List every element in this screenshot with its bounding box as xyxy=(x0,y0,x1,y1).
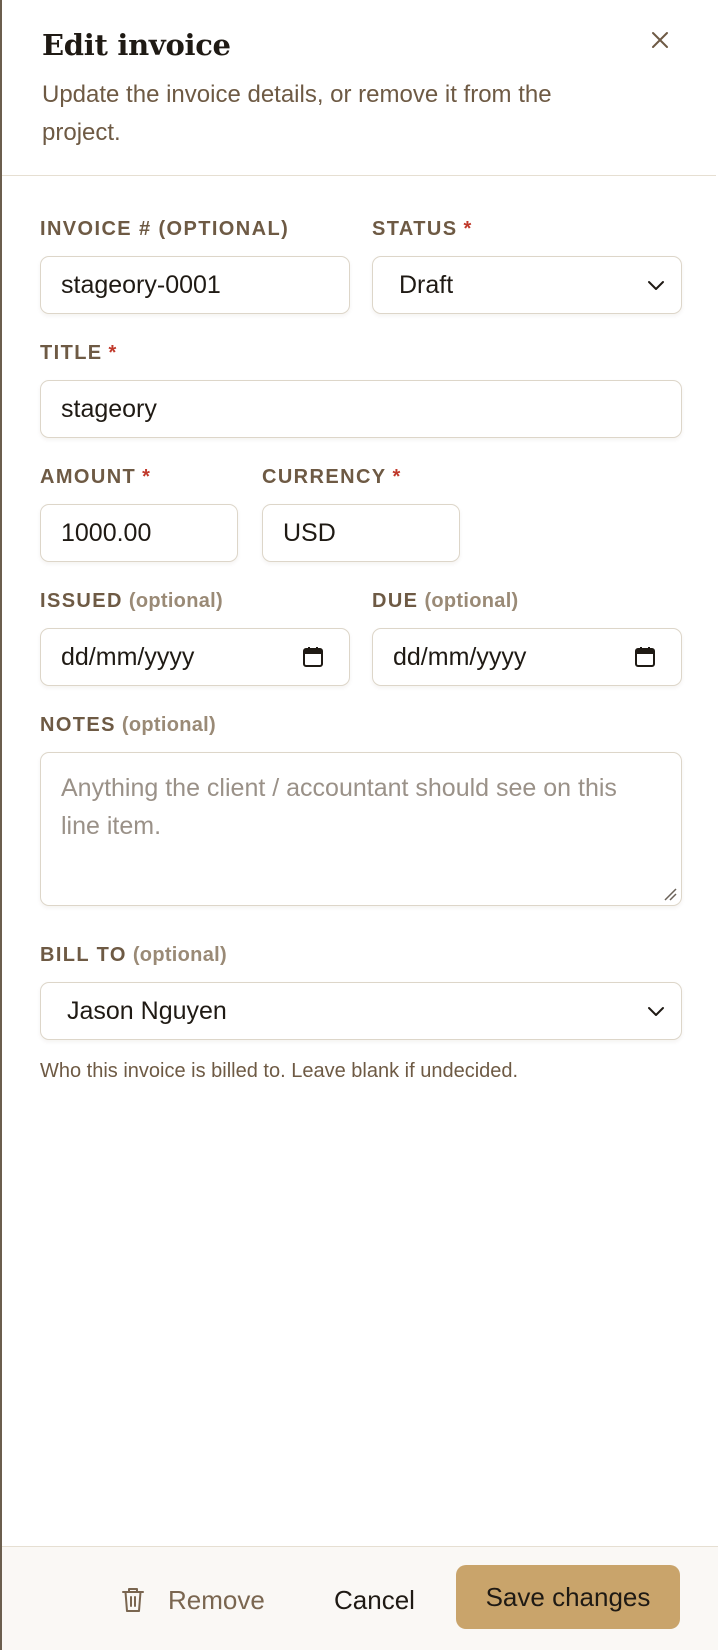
notes-label-text: NOTES xyxy=(40,714,116,736)
status-value: Draft xyxy=(399,270,454,299)
close-icon xyxy=(652,32,668,48)
notes-textarea[interactable]: Anything the client / accountant should … xyxy=(40,752,682,906)
invoice-number-label: INVOICE # (OPTIONAL) xyxy=(40,218,289,241)
amount-input[interactable]: 1000.00 xyxy=(40,504,238,562)
close-button[interactable] xyxy=(642,22,678,58)
title-label: TITLE * xyxy=(40,342,118,365)
trash-icon xyxy=(122,1588,144,1612)
dialog-subtitle: Update the invoice details, or remove it… xyxy=(42,81,552,146)
chevron-down-icon xyxy=(648,281,664,290)
due-label: DUE (optional) xyxy=(372,590,519,613)
title-value: stageory xyxy=(61,394,157,423)
calendar-icon[interactable] xyxy=(633,645,657,669)
bill-to-value: Jason Nguyen xyxy=(67,996,227,1025)
issued-label-text: ISSUED xyxy=(40,590,123,612)
currency-input[interactable]: USD xyxy=(262,504,460,562)
amount-label-text: AMOUNT xyxy=(40,466,137,488)
optional-tag: (optional) xyxy=(121,714,216,736)
issued-date-placeholder: dd/mm/yyyy xyxy=(61,642,195,671)
notes-placeholder: Anything the client / accountant should … xyxy=(61,774,617,840)
amount-label: AMOUNT * xyxy=(40,466,151,489)
required-mark: * xyxy=(108,342,118,364)
status-select[interactable]: Draft xyxy=(372,256,682,314)
required-mark: * xyxy=(463,218,473,240)
chevron-down-icon xyxy=(648,1007,664,1016)
currency-label: CURRENCY * xyxy=(262,466,402,489)
remove-button[interactable]: Remove xyxy=(120,1577,265,1623)
remove-label: Remove xyxy=(168,1584,265,1615)
issued-label: ISSUED (optional) xyxy=(40,590,223,613)
save-changes-button[interactable]: Save changes xyxy=(456,1565,680,1629)
status-label-text: STATUS xyxy=(372,218,458,240)
calendar-icon[interactable] xyxy=(301,645,325,669)
due-date-input[interactable]: dd/mm/yyyy xyxy=(372,628,682,686)
title-label-text: TITLE xyxy=(40,342,103,364)
amount-value: 1000.00 xyxy=(61,518,152,547)
issued-date-input[interactable]: dd/mm/yyyy xyxy=(40,628,350,686)
due-date-placeholder: dd/mm/yyyy xyxy=(393,642,527,671)
due-label-text: DUE xyxy=(372,590,419,612)
dialog-footer: Remove Cancel Save changes xyxy=(2,1546,718,1650)
bill-to-label: BILL TO (optional) xyxy=(40,944,227,967)
invoice-number-value: stageory-0001 xyxy=(61,270,221,299)
dialog-title: Edit invoice xyxy=(42,28,231,62)
bill-to-hint: Who this invoice is billed to. Leave bla… xyxy=(40,1060,519,1082)
bill-to-label-text: BILL TO xyxy=(40,944,127,966)
bill-to-select[interactable]: Jason Nguyen xyxy=(40,982,682,1040)
optional-tag: (optional) xyxy=(132,944,227,966)
status-label: STATUS * xyxy=(372,218,473,241)
currency-value: USD xyxy=(283,518,336,547)
cancel-button[interactable]: Cancel xyxy=(334,1577,415,1623)
optional-tag: (optional) xyxy=(424,590,519,612)
invoice-number-input[interactable]: stageory-0001 xyxy=(40,256,350,314)
required-mark: * xyxy=(392,466,402,488)
currency-label-text: CURRENCY xyxy=(262,466,387,488)
required-mark: * xyxy=(142,466,152,488)
notes-label: NOTES (optional) xyxy=(40,714,216,737)
edit-invoice-panel: Edit invoice Update the invoice details,… xyxy=(0,0,718,1650)
save-label: Save changes xyxy=(485,1581,651,1612)
optional-tag: (optional) xyxy=(128,590,223,612)
title-input[interactable]: stageory xyxy=(40,380,682,438)
dialog-header: Edit invoice Update the invoice details,… xyxy=(2,0,716,176)
resize-handle-icon[interactable] xyxy=(663,887,677,901)
cancel-label: Cancel xyxy=(334,1584,415,1615)
invoice-number-label-text: INVOICE # (OPTIONAL) xyxy=(40,218,290,240)
